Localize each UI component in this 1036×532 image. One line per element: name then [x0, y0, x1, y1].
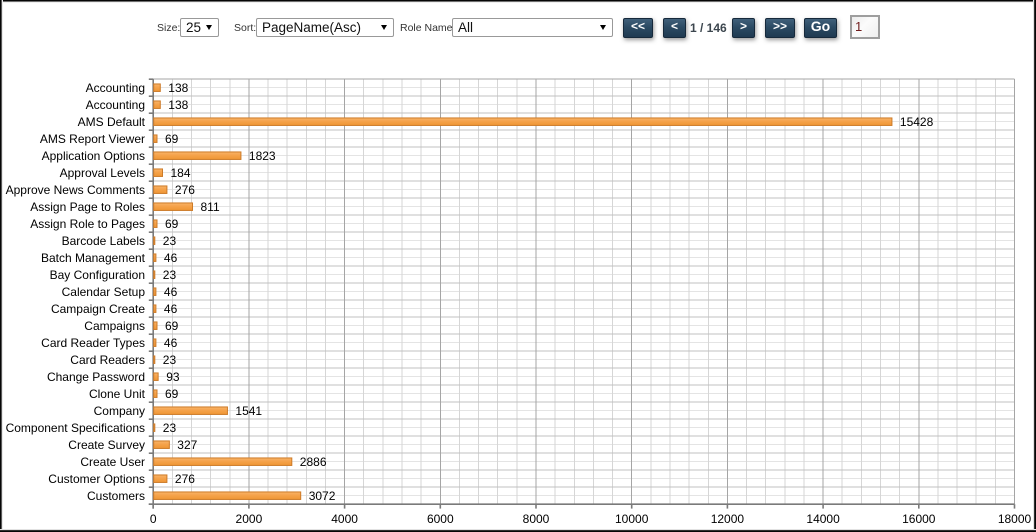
svg-text:Create Survey: Create Survey — [68, 438, 145, 452]
svg-text:Approval Levels: Approval Levels — [60, 166, 145, 180]
svg-text:138: 138 — [168, 98, 188, 112]
svg-text:Clone Unit: Clone Unit — [89, 387, 146, 401]
svg-text:327: 327 — [177, 438, 197, 452]
svg-text:12000: 12000 — [711, 512, 745, 526]
svg-text:14000: 14000 — [806, 512, 840, 526]
svg-text:18000: 18000 — [998, 512, 1032, 526]
svg-text:23: 23 — [163, 268, 177, 282]
svg-text:AMS Default: AMS Default — [78, 115, 146, 129]
svg-text:Customer Options: Customer Options — [48, 472, 145, 486]
svg-text:8000: 8000 — [523, 512, 550, 526]
svg-text:811: 811 — [201, 200, 220, 214]
svg-text:46: 46 — [164, 302, 178, 316]
svg-text:Bay Configuration: Bay Configuration — [50, 268, 145, 282]
svg-text:2886: 2886 — [300, 455, 327, 469]
svg-text:Customers: Customers — [87, 489, 145, 503]
svg-text:1823: 1823 — [249, 149, 276, 163]
svg-text:Create User: Create User — [80, 455, 145, 469]
svg-text:10000: 10000 — [615, 512, 649, 526]
svg-text:Batch Management: Batch Management — [41, 251, 146, 265]
svg-text:3072: 3072 — [309, 489, 336, 503]
svg-text:138: 138 — [168, 81, 188, 95]
svg-text:Component Specifications: Component Specifications — [6, 421, 145, 435]
svg-text:Campaigns: Campaigns — [84, 319, 145, 333]
svg-text:16000: 16000 — [902, 512, 936, 526]
svg-text:23: 23 — [163, 421, 177, 435]
svg-text:Card Readers: Card Readers — [70, 353, 145, 367]
svg-text:Company: Company — [94, 404, 145, 418]
svg-text:184: 184 — [171, 166, 191, 180]
svg-text:4000: 4000 — [331, 512, 358, 526]
svg-text:23: 23 — [163, 234, 177, 248]
svg-text:93: 93 — [166, 370, 180, 384]
svg-text:Accounting: Accounting — [86, 81, 145, 95]
svg-text:1541: 1541 — [235, 404, 262, 418]
svg-text:15428: 15428 — [900, 115, 934, 129]
svg-text:Campaign Create: Campaign Create — [51, 302, 145, 316]
svg-text:69: 69 — [165, 387, 179, 401]
svg-text:69: 69 — [165, 132, 179, 146]
svg-text:46: 46 — [164, 251, 178, 265]
svg-text:2000: 2000 — [236, 512, 263, 526]
svg-text:0: 0 — [150, 512, 157, 526]
svg-text:Assign Page to Roles: Assign Page to Roles — [30, 200, 145, 214]
svg-text:276: 276 — [175, 183, 195, 197]
svg-text:Calendar Setup: Calendar Setup — [62, 285, 146, 299]
svg-text:276: 276 — [175, 472, 195, 486]
svg-text:6000: 6000 — [427, 512, 454, 526]
svg-text:Accounting: Accounting — [86, 98, 145, 112]
svg-text:AMS Report Viewer: AMS Report Viewer — [40, 132, 145, 146]
svg-text:23: 23 — [163, 353, 177, 367]
svg-text:Application Options: Application Options — [42, 149, 145, 163]
svg-text:46: 46 — [164, 285, 178, 299]
svg-text:46: 46 — [164, 336, 178, 350]
svg-text:69: 69 — [165, 217, 179, 231]
svg-text:69: 69 — [165, 319, 179, 333]
svg-text:Approve News Comments: Approve News Comments — [6, 183, 145, 197]
svg-text:Card Reader Types: Card Reader Types — [41, 336, 145, 350]
svg-text:Barcode Labels: Barcode Labels — [62, 234, 145, 248]
svg-text:Change Password: Change Password — [47, 370, 145, 384]
svg-text:Assign Role to Pages: Assign Role to Pages — [30, 217, 145, 231]
